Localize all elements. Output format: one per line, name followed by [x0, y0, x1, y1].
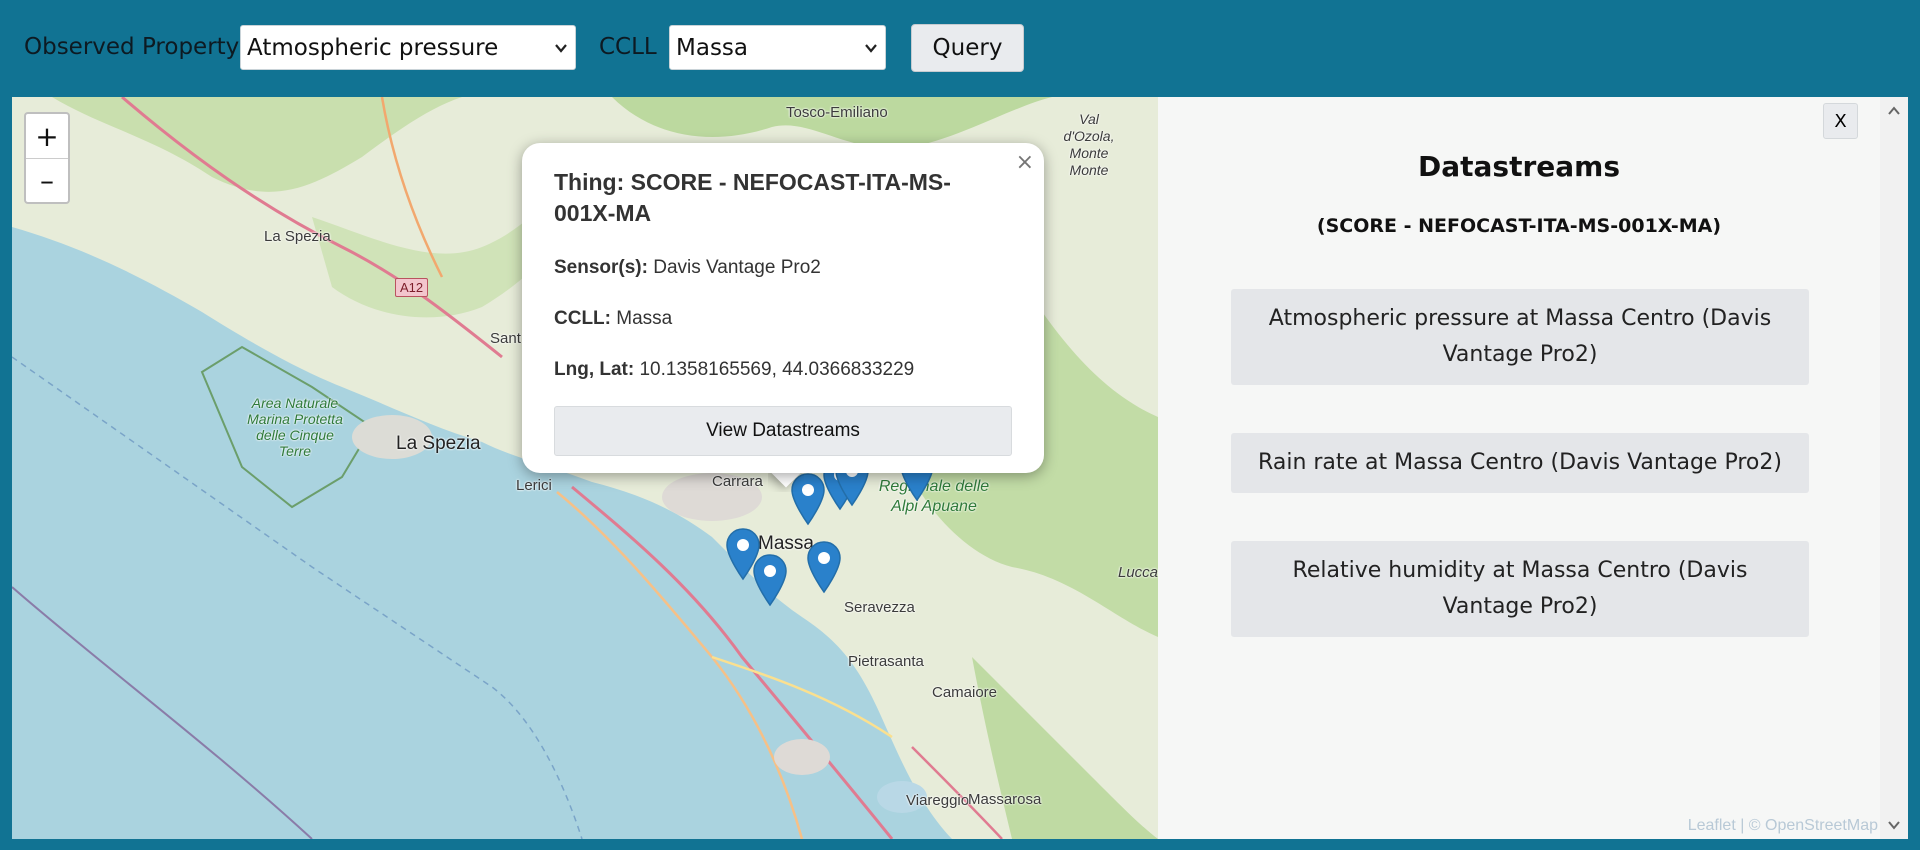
place-label: Area Naturale Marina Protetta delle Cinq… [247, 395, 343, 459]
map-attribution: Leaflet | © OpenStreetMap [1687, 817, 1878, 834]
zoom-control: + – [24, 112, 70, 204]
place-label: Sant [490, 330, 521, 347]
panel-close-button[interactable]: X [1823, 103, 1858, 139]
road-shield: A12 [395, 278, 429, 297]
popup-ccll-row: CCLL: Massa [554, 307, 1012, 331]
thing-popup: × Thing: SCORE - NEFOCAST-ITA-MS-001X-MA… [522, 143, 1044, 473]
map-marker-icon[interactable] [752, 553, 788, 607]
panel-title: Datastreams [1417, 150, 1620, 183]
place-label: Val d'Ozola, Monte Monte [1063, 111, 1115, 178]
chevron-down-icon[interactable] [1886, 817, 1902, 833]
chevron-down-icon [865, 44, 877, 53]
popup-sensor-label: Sensor(s): [554, 257, 648, 278]
popup-sensor-row: Sensor(s): Davis Vantage Pro2 [554, 256, 1012, 280]
view-datastreams-button[interactable]: View Datastreams [554, 406, 1012, 456]
place-label: Camaiore [932, 684, 998, 701]
datastream-button[interactable]: Rain rate at Massa Centro (Davis Vantage… [1231, 433, 1809, 493]
place-label: Lucca [1118, 564, 1158, 581]
ccll-select[interactable]: Massa [669, 25, 886, 70]
chevron-up-icon[interactable] [1886, 103, 1902, 119]
popup-ccll-label: CCLL: [554, 308, 611, 329]
map-marker-icon[interactable] [806, 540, 842, 594]
popup-sensor-value: Davis Vantage Pro2 [653, 257, 821, 278]
chevron-down-icon [555, 44, 567, 53]
place-label: Tosco-Emiliano [786, 104, 888, 121]
popup-ccll-value: Massa [616, 308, 673, 329]
panel-subtitle: (SCORE - NEFOCAST-ITA-MS-001X-MA) [1316, 215, 1722, 237]
place-label: Carrara [712, 473, 763, 490]
datastream-button[interactable]: Relative humidity at Massa Centro (Davis… [1231, 541, 1809, 637]
popup-close-button[interactable]: × [1016, 150, 1034, 175]
place-label: Lerici [516, 477, 552, 494]
popup-title: Thing: SCORE - NEFOCAST-ITA-MS-001X-MA [554, 169, 951, 226]
top-toolbar: Observed Property Atmospheric pressure C… [0, 0, 1920, 97]
datastream-button[interactable]: Atmospheric pressure at Massa Centro (Da… [1231, 289, 1809, 385]
popup-lnglat-label: Lng, Lat: [554, 359, 635, 380]
popup-tip [768, 472, 804, 492]
zoom-out-button[interactable]: – [26, 158, 68, 202]
place-label: Pietrasanta [848, 653, 924, 670]
place-label: Seravezza [844, 599, 915, 616]
observed-property-label: Observed Property [24, 34, 240, 60]
ccll-value: Massa [676, 35, 748, 61]
datastreams-panel: X Datastreams (SCORE - NEFOCAST-ITA-MS-0… [1158, 97, 1908, 839]
place-label: Massarosa [968, 791, 1042, 808]
place-label: Viareggio [906, 792, 970, 809]
place-label: La Spezia [396, 433, 481, 454]
query-button[interactable]: Query [911, 24, 1024, 72]
observed-property-select[interactable]: Atmospheric pressure [240, 25, 576, 70]
popup-lnglat-row: Lng, Lat: 10.1358165569, 44.0366833229 [554, 358, 1012, 382]
zoom-in-button[interactable]: + [26, 114, 68, 158]
observed-property-value: Atmospheric pressure [247, 35, 499, 61]
map-view[interactable]: Tosco-Emiliano La Spezia A12 Sant Area N… [12, 97, 1158, 839]
place-label: La Spezia [264, 228, 331, 245]
popup-lnglat-value: 10.1358165569, 44.0366833229 [639, 359, 915, 380]
ccll-label: CCLL [599, 34, 657, 60]
panel-scrollbar[interactable] [1880, 97, 1908, 839]
